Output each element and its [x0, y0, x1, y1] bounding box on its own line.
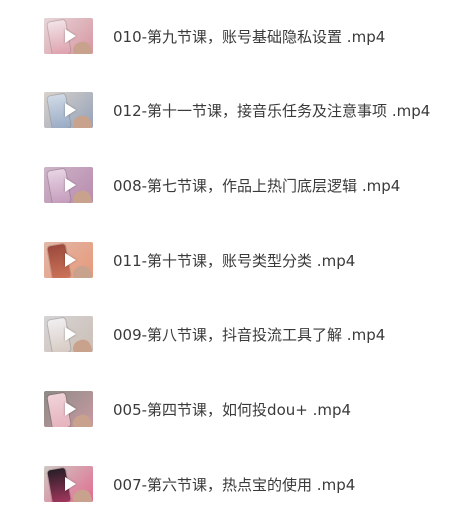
video-thumbnail[interactable]: [44, 466, 93, 502]
video-thumbnail[interactable]: [44, 92, 93, 128]
play-icon: [64, 29, 76, 43]
play-icon: [64, 402, 76, 416]
video-thumbnail[interactable]: [44, 316, 93, 352]
video-thumbnail[interactable]: [44, 18, 93, 54]
video-thumbnail[interactable]: [44, 391, 93, 427]
file-name[interactable]: 007-第六节课，热点宝的使用 .mp4: [113, 474, 355, 495]
play-icon: [64, 477, 76, 491]
file-row[interactable]: 011-第十节课，账号类型分类 .mp4: [0, 235, 466, 285]
play-icon: [64, 253, 76, 267]
play-icon: [64, 178, 76, 192]
video-thumbnail[interactable]: [44, 242, 93, 278]
file-row[interactable]: 012-第十一节课，接音乐任务及注意事项 .mp4: [0, 85, 466, 135]
video-file-list: 010-第九节课，账号基础隐私设置 .mp4 012-第十一节课，接音乐任务及注…: [0, 0, 466, 525]
file-name[interactable]: 005-第四节课，如何投dou+ .mp4: [113, 399, 351, 420]
file-name[interactable]: 009-第八节课，抖音投流工具了解 .mp4: [113, 324, 385, 345]
file-row[interactable]: 010-第九节课，账号基础隐私设置 .mp4: [0, 11, 466, 61]
play-icon: [64, 327, 76, 341]
play-icon: [64, 103, 76, 117]
file-name[interactable]: 010-第九节课，账号基础隐私设置 .mp4: [113, 26, 385, 47]
file-row[interactable]: 005-第四节课，如何投dou+ .mp4: [0, 384, 466, 434]
video-thumbnail[interactable]: [44, 167, 93, 203]
file-row[interactable]: 009-第八节课，抖音投流工具了解 .mp4: [0, 309, 466, 359]
file-row[interactable]: 008-第七节课，作品上热门底层逻辑 .mp4: [0, 160, 466, 210]
file-row[interactable]: 007-第六节课，热点宝的使用 .mp4: [0, 459, 466, 509]
file-name[interactable]: 012-第十一节课，接音乐任务及注意事项 .mp4: [113, 100, 430, 121]
file-name[interactable]: 008-第七节课，作品上热门底层逻辑 .mp4: [113, 175, 400, 196]
file-name[interactable]: 011-第十节课，账号类型分类 .mp4: [113, 250, 355, 271]
